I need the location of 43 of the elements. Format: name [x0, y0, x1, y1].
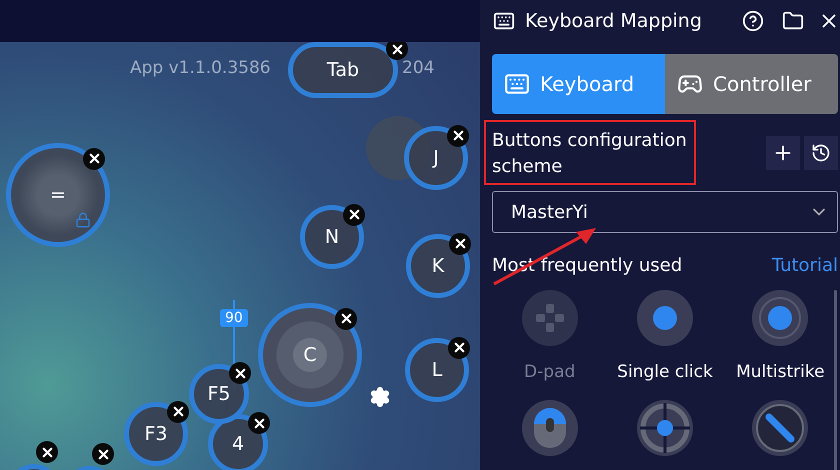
dot-icon — [652, 305, 678, 331]
help-icon[interactable] — [742, 10, 764, 32]
bullet-icon — [755, 403, 806, 453]
scheme-dropdown[interactable]: MasterYi — [492, 191, 838, 233]
crosshair-icon — [640, 403, 690, 453]
key-mapping-button[interactable]: K — [406, 234, 470, 298]
settings-icon[interactable] — [369, 386, 391, 408]
key-mapping-button[interactable]: = — [6, 143, 110, 247]
key-mapping-button[interactable]: Tab — [288, 42, 398, 98]
keyboard-icon — [493, 10, 515, 32]
mouse-icon — [532, 406, 568, 450]
key-mapping-button[interactable]: F3 — [124, 402, 188, 466]
folder-icon[interactable] — [782, 10, 804, 32]
angle-badge: 90 — [220, 309, 248, 327]
close-icon[interactable] — [83, 148, 106, 170]
version-text: App v1.1.0.3586 — [130, 58, 271, 78]
scheme-label: Buttons configuration scheme — [484, 120, 696, 185]
close-icon[interactable] — [167, 400, 190, 423]
tutorial-link[interactable]: Tutorial — [772, 255, 838, 276]
version-text: 204 — [402, 58, 434, 78]
dpad-icon — [534, 303, 565, 333]
panel-title: Keyboard Mapping — [525, 10, 703, 32]
close-icon[interactable] — [335, 308, 358, 330]
add-button[interactable] — [766, 136, 800, 170]
key-mapping-button[interactable]: C — [258, 303, 362, 407]
close-icon[interactable] — [92, 443, 114, 465]
tool-label: Multistrike — [736, 362, 825, 382]
close-icon[interactable] — [229, 362, 251, 384]
close-icon[interactable] — [449, 232, 472, 255]
tool-label: Single click — [617, 362, 713, 382]
close-icon[interactable] — [447, 124, 470, 147]
close-icon[interactable] — [386, 42, 408, 60]
close-icon[interactable] — [343, 204, 366, 226]
history-icon — [811, 142, 831, 162]
close-icon[interactable] — [248, 412, 270, 434]
key-mapping-button[interactable]: N — [300, 205, 364, 269]
close-icon[interactable] — [448, 336, 470, 359]
close-icon[interactable] — [36, 441, 58, 463]
key-mapping-button[interactable]: L — [405, 338, 469, 402]
tool-label: D-pad — [524, 362, 576, 382]
target-dot-icon — [758, 296, 802, 340]
mode-tab[interactable]: Controller — [665, 54, 838, 114]
history-button[interactable] — [804, 136, 838, 170]
